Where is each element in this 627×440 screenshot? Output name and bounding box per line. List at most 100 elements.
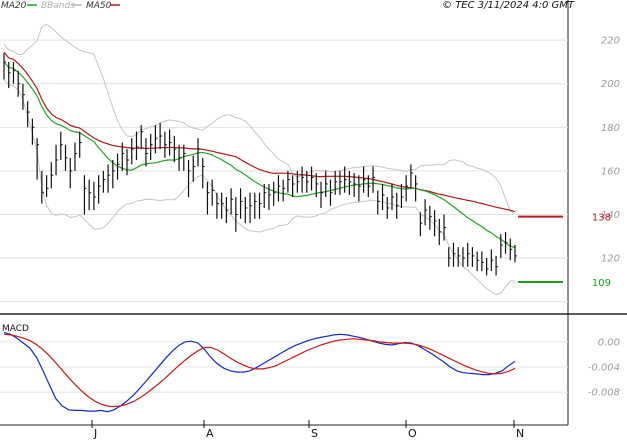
legend-ma20-label: MA20 [1, 1, 27, 11]
macd-gridlines [0, 341, 568, 393]
ma20-series [3, 61, 516, 249]
bband-lower [3, 79, 516, 296]
ohlc-bar [3, 53, 6, 80]
macd-y-tick-label: -0.004 [588, 363, 620, 374]
ohlc-bar [381, 183, 385, 211]
ohlc-bar [386, 197, 390, 219]
ohlc-bar [173, 136, 177, 163]
price-level-label: 138 [592, 213, 611, 224]
price-y-tick-label: 180 [601, 123, 620, 134]
ohlc-bar [79, 131, 82, 158]
bband-upper [3, 23, 516, 215]
ohlc-bar [98, 175, 101, 204]
ohlc-bar [102, 170, 106, 193]
ohlc-bar [320, 181, 324, 208]
macd-y-tick-label: 0.00 [598, 337, 620, 348]
ohlc-bar [500, 234, 503, 259]
ohlc-bar [88, 179, 92, 211]
legend-ma50-label: MA50 [86, 1, 112, 11]
ohlc-bar [45, 175, 49, 198]
ohlc-bar [277, 175, 281, 202]
ohlc-bar [230, 188, 234, 215]
x-axis-ticks: JASON [91, 420, 524, 440]
ohlc-bar [131, 138, 134, 165]
legend: MA20 BBands MA50 [1, 1, 120, 11]
price-y-tick-label: 120 [601, 254, 620, 265]
ohlc-bar [268, 183, 271, 211]
ohlc-bar [358, 175, 361, 202]
ohlc-bar [93, 181, 96, 211]
ohlc-bar [187, 160, 191, 198]
ohlc-bar [419, 212, 423, 237]
ohlc-bar [50, 162, 54, 189]
ohlc-bar [150, 133, 153, 160]
x-tick-label: O [408, 427, 417, 440]
timestamp: © TEC 3/11/2024 4:0 GMT [442, 0, 575, 11]
ohlc-bar [514, 244, 517, 263]
price-y-ticks: 220200180160140120 [601, 36, 620, 265]
macd-line [3, 331, 516, 413]
ohlc-bar [462, 247, 465, 267]
ohlc-bar [438, 218, 442, 245]
ohlc-bar [107, 164, 111, 193]
macd-y-tick-label: -0.008 [588, 388, 620, 399]
ma50-line [3, 51, 516, 213]
ohlc-bar [339, 170, 342, 195]
ohlc-bar [457, 247, 461, 267]
ohlc-bar [306, 170, 309, 193]
ohlc-bar [12, 61, 16, 84]
ohlc-bar [310, 166, 314, 191]
ohlc-bar [211, 179, 215, 206]
ohlc-bar [145, 138, 148, 167]
ohlc-bar [481, 251, 484, 272]
ohlc-bar [348, 170, 352, 195]
ohlc-bar [164, 131, 167, 158]
x-tick-label: N [516, 427, 524, 440]
ohlc-bar [424, 199, 428, 226]
ohlc-bar [476, 251, 480, 272]
ohlc-bar [249, 192, 253, 224]
ohlc-bar [169, 129, 172, 156]
ohlc-bar [244, 197, 248, 224]
x-tick-label: A [206, 427, 214, 440]
ohlc-bar [292, 175, 295, 198]
macd-signal-line [3, 333, 516, 408]
ohlc-bar [41, 170, 44, 204]
x-tick-label: J [93, 427, 97, 440]
ohlc-bar [504, 231, 508, 254]
price-panel: 220200180160140120 138109 [0, 0, 627, 315]
ohlc-bar [69, 157, 73, 189]
ma50-series [3, 51, 516, 213]
ohlc-bar [486, 258, 489, 276]
ohlc-bar [429, 205, 432, 230]
legend-bbands-label: BBands [41, 1, 75, 11]
ma20-line [3, 61, 516, 249]
price-level-label: 109 [592, 278, 611, 289]
ohlc-bar [329, 179, 333, 206]
ohlc-bar [490, 249, 494, 272]
bollinger-bands [3, 23, 516, 296]
ohlc-bar [509, 238, 513, 261]
price-level-markers: 138 109 [518, 213, 611, 289]
ohlc-bar [135, 131, 139, 160]
ohlc-bar [282, 179, 286, 202]
ohlc-bar [410, 164, 413, 189]
ohlc-bar [391, 183, 394, 211]
ohlc-bar [273, 181, 276, 206]
ohlc-bar [471, 247, 475, 267]
ohlc-bar [64, 144, 68, 171]
ohlc-bar [334, 170, 338, 195]
price-y-tick-label: 200 [601, 79, 620, 90]
ohlc-bar [325, 170, 328, 198]
price-y-tick-label: 220 [601, 36, 620, 47]
macd-lines [3, 331, 516, 413]
x-tick-label: S [311, 427, 318, 440]
ohlc-bar [154, 125, 158, 154]
price-y-tick-label: 160 [601, 166, 620, 177]
ohlc-bar [192, 155, 196, 182]
ohlc-bar [202, 157, 205, 189]
ohlc-bar [448, 247, 451, 267]
ohlc-bar [60, 131, 63, 160]
ohlc-bar [287, 170, 290, 193]
ohlc-bar [235, 197, 238, 232]
